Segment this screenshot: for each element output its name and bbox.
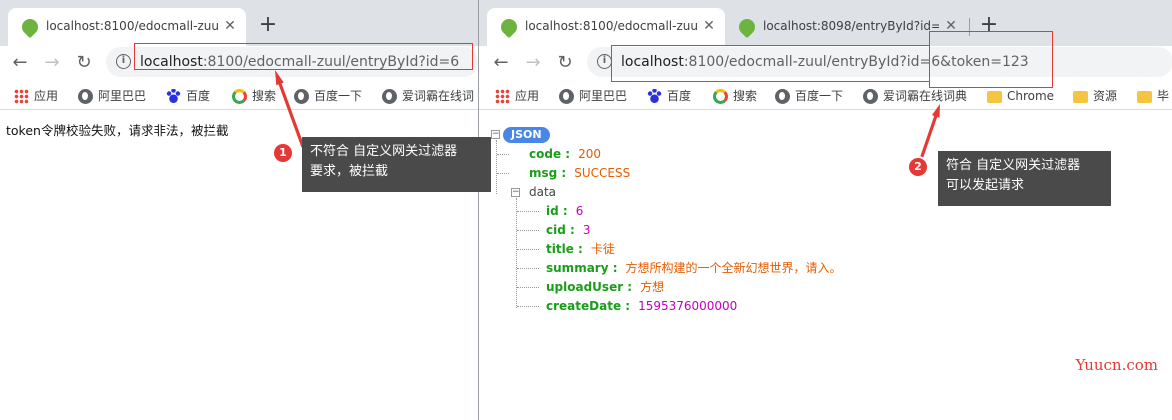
bookmark-alibaba[interactable]: 阿里巴巴 (76, 85, 146, 107)
tab-title: localhost:8098/entryById?id=6 (763, 8, 939, 44)
info-icon[interactable]: i (116, 54, 131, 69)
globe-icon (382, 89, 397, 104)
folder-icon (1073, 91, 1088, 103)
json-row-code: code :200 (529, 145, 601, 163)
back-arrow-icon[interactable]: ← (487, 49, 515, 77)
forward-arrow-icon[interactable]: → (519, 49, 547, 77)
bookmark-folder-resources[interactable]: 资源 (1071, 85, 1117, 107)
json-row-msg: msg :SUCCESS (529, 164, 630, 182)
back-arrow-icon[interactable]: ← (6, 49, 34, 77)
apps-grid-icon (495, 89, 510, 104)
callout-line: 可以发起请求 (946, 176, 1103, 196)
callout-line: 不符合 自定义网关过滤器 (310, 142, 483, 162)
bookmark-iciba[interactable]: 爱词霸在线词 (380, 85, 474, 107)
folder-icon (987, 91, 1002, 103)
apps-grid-icon (14, 89, 29, 104)
new-tab-button[interactable]: + (254, 12, 282, 40)
globe-icon (559, 89, 574, 104)
baidu-paw-icon (647, 89, 662, 104)
annotation-badge-1: 1 (274, 144, 292, 162)
bookmark-folder-bi[interactable]: 毕 (1135, 85, 1169, 107)
bookmark-search[interactable]: 搜索 (230, 85, 276, 107)
search-icon (713, 89, 728, 104)
annotation-callout-1: 不符合 自定义网关过滤器 要求，被拦截 (302, 137, 491, 192)
bookmark-baidu[interactable]: 百度 (164, 85, 210, 107)
highlight-box-left-url (134, 43, 473, 70)
bookmark-alibaba[interactable]: 阿里巴巴 (557, 85, 627, 107)
tab-strip: localhost:8100/edocmall-zuul/ ✕ + (0, 0, 478, 46)
collapse-toggle-icon[interactable]: − (511, 188, 520, 197)
bookmark-baidu[interactable]: 百度 (645, 85, 691, 107)
bookmark-apps[interactable]: 应用 (12, 85, 58, 107)
bookmarks-bar: 应用 阿里巴巴 百度 搜索 百度一下 爱词霸在线词典 Chrome 资源 毕 (479, 80, 1172, 110)
collapse-toggle-icon[interactable]: − (491, 130, 500, 139)
callout-line: 要求，被拦截 (310, 162, 483, 182)
tab-strip: localhost:8100/edocmall-zuul/ ✕ localhos… (479, 0, 1172, 46)
bookmarks-bar: 应用 阿里巴巴 百度 搜索 百度一下 爱词霸在线词 (0, 80, 478, 110)
json-row-id: id :6 (546, 202, 583, 220)
bookmark-folder-chrome[interactable]: Chrome (985, 85, 1054, 107)
spring-leaf-icon (19, 16, 42, 39)
info-icon[interactable]: i (597, 54, 612, 69)
search-icon (232, 89, 247, 104)
globe-icon (78, 89, 93, 104)
bookmark-search[interactable]: 搜索 (711, 85, 757, 107)
annotation-callout-2: 符合 自定义网关过滤器 可以发起请求 (938, 151, 1111, 206)
spring-leaf-icon (736, 16, 759, 39)
callout-line: 符合 自定义网关过滤器 (946, 156, 1103, 176)
spring-leaf-icon (498, 16, 521, 39)
json-row-data: data (529, 183, 556, 201)
tab-title: localhost:8100/edocmall-zuul/ (525, 8, 697, 44)
watermark: Yuucn.com (1076, 356, 1158, 374)
highlight-box-token (929, 31, 1053, 88)
json-row-title: title :卡徒 (546, 240, 615, 258)
page-body-text: token令牌校验失败，请求非法，被拦截 (6, 120, 228, 139)
reload-icon[interactable]: ↻ (551, 49, 579, 77)
tab-title: localhost:8100/edocmall-zuul/ (46, 8, 218, 44)
json-row-uploaduser: uploadUser :方想 (546, 278, 664, 296)
globe-icon (775, 89, 790, 104)
baidu-paw-icon (166, 89, 181, 104)
json-row-cid: cid :3 (546, 221, 590, 239)
bookmark-baidu-yixia[interactable]: 百度一下 (292, 85, 362, 107)
close-icon[interactable]: ✕ (222, 8, 238, 44)
highlight-box-right-url (611, 45, 930, 82)
globe-icon (863, 89, 878, 104)
json-row-createdate: createDate :1595376000000 (546, 297, 737, 315)
json-row-summary: summary :方想所构建的一个全新幻想世界，请入。 (546, 259, 842, 277)
bookmark-baidu-yixia[interactable]: 百度一下 (773, 85, 843, 107)
reload-icon[interactable]: ↻ (70, 49, 98, 77)
tab-active[interactable]: localhost:8100/edocmall-zuul/ ✕ (8, 8, 246, 46)
forward-arrow-icon[interactable]: → (38, 49, 66, 77)
folder-icon (1137, 91, 1152, 103)
tab-active[interactable]: localhost:8100/edocmall-zuul/ ✕ (487, 8, 725, 46)
json-root-badge: JSON (503, 127, 550, 143)
globe-icon (294, 89, 309, 104)
annotation-badge-2: 2 (909, 158, 927, 176)
close-icon[interactable]: ✕ (701, 8, 717, 44)
bookmark-apps[interactable]: 应用 (493, 85, 539, 107)
bookmark-iciba[interactable]: 爱词霸在线词典 (861, 85, 967, 107)
